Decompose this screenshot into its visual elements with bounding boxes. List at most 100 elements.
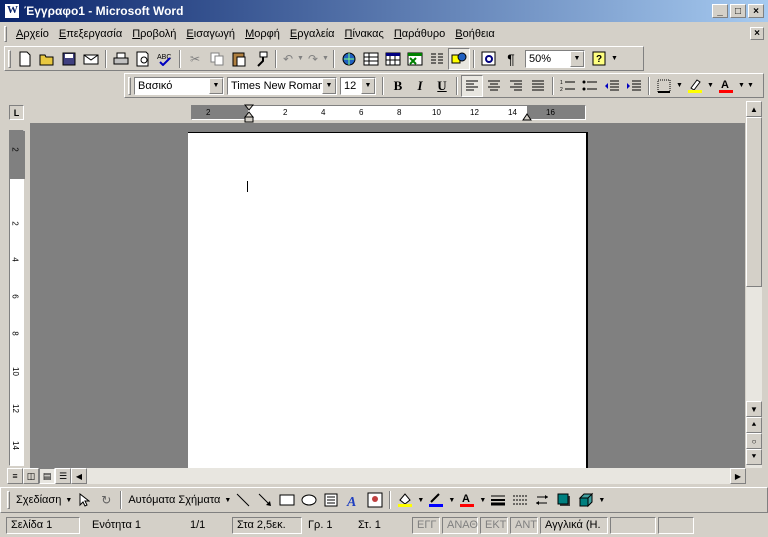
scroll-thumb[interactable] [746, 117, 762, 287]
align-center-icon[interactable] [483, 75, 505, 97]
menu-edit[interactable]: Επεξεργασία [54, 28, 127, 40]
font-size-combo[interactable]: 12 ▼ [340, 76, 376, 95]
status-page[interactable]: Σελίδα 1 [6, 516, 80, 534]
web-layout-button[interactable]: ◫ [23, 468, 39, 484]
font-color-dropdown-icon[interactable]: ▼ [737, 82, 746, 89]
indent-marker-icon[interactable] [244, 104, 254, 123]
line-style-icon[interactable] [487, 489, 509, 511]
menu-grip[interactable] [4, 26, 7, 42]
increase-indent-icon[interactable] [623, 75, 645, 97]
select-browse-object-button[interactable]: ○ [746, 433, 762, 449]
highlight-dropdown-icon[interactable]: ▼ [706, 82, 715, 89]
toolbar-grip[interactable] [128, 76, 131, 95]
save-icon[interactable] [58, 48, 80, 70]
status-record-macro[interactable]: ΕΓΓ [412, 516, 440, 534]
font-combo[interactable]: Times New Roman ▼ [227, 76, 337, 95]
paste-icon[interactable] [228, 48, 250, 70]
chevron-down-icon[interactable]: ▼ [209, 77, 223, 94]
zoom-combo[interactable]: 50% ▼ [525, 49, 585, 68]
style-combo[interactable]: Βασικό ▼ [134, 76, 224, 95]
status-spelling[interactable] [610, 516, 656, 534]
bold-button[interactable]: B [387, 75, 409, 97]
insert-excel-icon[interactable] [404, 48, 426, 70]
new-document-icon[interactable] [14, 48, 36, 70]
line-color-dropdown-icon[interactable]: ▼ [447, 497, 456, 504]
format-painter-icon[interactable] [250, 48, 272, 70]
toolbar-options-icon[interactable]: ▼ [597, 497, 606, 504]
right-indent-marker-icon[interactable] [522, 109, 532, 121]
borders-icon[interactable] [653, 75, 675, 97]
autoshapes-menu[interactable]: Αυτόματα Σχήματα [125, 494, 223, 506]
line-color-icon[interactable] [425, 489, 447, 511]
text-box-icon[interactable] [320, 489, 342, 511]
email-icon[interactable] [80, 48, 102, 70]
italic-button[interactable]: I [409, 75, 431, 97]
fill-color-dropdown-icon[interactable]: ▼ [416, 497, 425, 504]
bullets-icon[interactable] [579, 75, 601, 97]
scroll-left-button[interactable]: ◀ [71, 468, 87, 484]
toolbar-grip[interactable] [8, 49, 11, 68]
numbering-icon[interactable]: 12 [557, 75, 579, 97]
line-icon[interactable] [232, 489, 254, 511]
underline-button[interactable]: U [431, 75, 453, 97]
columns-icon[interactable] [426, 48, 448, 70]
menu-table[interactable]: Πίνακας [340, 28, 389, 40]
document-page[interactable] [188, 132, 588, 472]
menu-insert[interactable]: Εισαγωγή [181, 28, 240, 40]
status-overtype[interactable]: ΑΝΤ [510, 516, 538, 534]
vertical-scrollbar[interactable]: ▲ ▼ ⯅ ○ ⯆ [746, 101, 762, 468]
align-left-icon[interactable] [461, 74, 483, 97]
menu-help[interactable]: Βοήθεια [450, 28, 499, 40]
wordart-icon[interactable]: A [342, 489, 364, 511]
title-bar[interactable]: Έγγραφο1 - Microsoft Word _ □ × [0, 0, 768, 22]
arrow-icon[interactable] [254, 489, 276, 511]
status-track-changes[interactable]: ΑΝΑΘ [442, 516, 478, 534]
chevron-down-icon[interactable]: ▼ [361, 77, 375, 94]
status-page-count[interactable]: 1/1 [180, 517, 230, 534]
show-hide-marks-icon[interactable]: ¶ [500, 48, 522, 70]
status-column[interactable]: Στ. 1 [354, 517, 410, 534]
spelling-icon[interactable]: ABC [154, 48, 176, 70]
menu-tools[interactable]: Εργαλεία [285, 28, 340, 40]
maximize-button[interactable]: □ [730, 4, 746, 18]
copy-icon[interactable] [206, 48, 228, 70]
close-window-button[interactable]: × [748, 4, 764, 18]
redo-dropdown-icon[interactable]: ▼ [321, 55, 330, 62]
status-section[interactable]: Ενότητα 1 [82, 517, 178, 534]
horizontal-ruler[interactable]: 2 2 4 6 8 10 12 14 16 [191, 104, 586, 123]
open-folder-icon[interactable] [36, 48, 58, 70]
print-preview-icon[interactable] [132, 48, 154, 70]
undo-dropdown-icon[interactable]: ▼ [296, 55, 305, 62]
3d-icon[interactable] [575, 489, 597, 511]
previous-page-button[interactable]: ⯅ [746, 417, 762, 433]
normal-view-button[interactable]: ≡ [7, 468, 23, 484]
scroll-up-button[interactable]: ▲ [746, 101, 762, 117]
arrow-style-icon[interactable] [531, 489, 553, 511]
scroll-down-button[interactable]: ▼ [746, 401, 762, 417]
scroll-right-button[interactable]: ▶ [730, 468, 746, 484]
print-layout-button[interactable]: ▤ [39, 468, 55, 484]
redo-icon[interactable]: ↷ [305, 48, 321, 70]
tables-borders-icon[interactable] [360, 48, 382, 70]
font-color-draw-dropdown-icon[interactable]: ▼ [478, 497, 487, 504]
insert-table-icon[interactable] [382, 48, 404, 70]
help-assistant-icon[interactable]: ? [588, 48, 610, 70]
oval-icon[interactable] [298, 489, 320, 511]
status-line[interactable]: Γρ. 1 [304, 517, 352, 534]
undo-icon[interactable]: ↶ [280, 48, 296, 70]
word-app-icon[interactable] [4, 3, 20, 19]
vertical-ruler[interactable]: 2 2 4 6 8 10 12 14 [9, 130, 25, 466]
print-icon[interactable] [110, 48, 132, 70]
toolbar-options-icon[interactable]: ▼ [610, 55, 619, 62]
dash-style-icon[interactable] [509, 489, 531, 511]
horizontal-scroll-track[interactable] [87, 468, 730, 484]
status-position[interactable]: Στα 2,5εκ. [232, 516, 302, 534]
draw-dropdown-icon[interactable]: ▼ [64, 497, 73, 504]
decrease-indent-icon[interactable] [601, 75, 623, 97]
outline-view-button[interactable]: ☰ [55, 468, 71, 484]
select-objects-icon[interactable] [73, 489, 95, 511]
next-page-button[interactable]: ⯆ [746, 449, 762, 465]
hyperlink-icon[interactable] [338, 48, 360, 70]
menu-file[interactable]: Αρχείο [11, 28, 54, 40]
borders-dropdown-icon[interactable]: ▼ [675, 82, 684, 89]
